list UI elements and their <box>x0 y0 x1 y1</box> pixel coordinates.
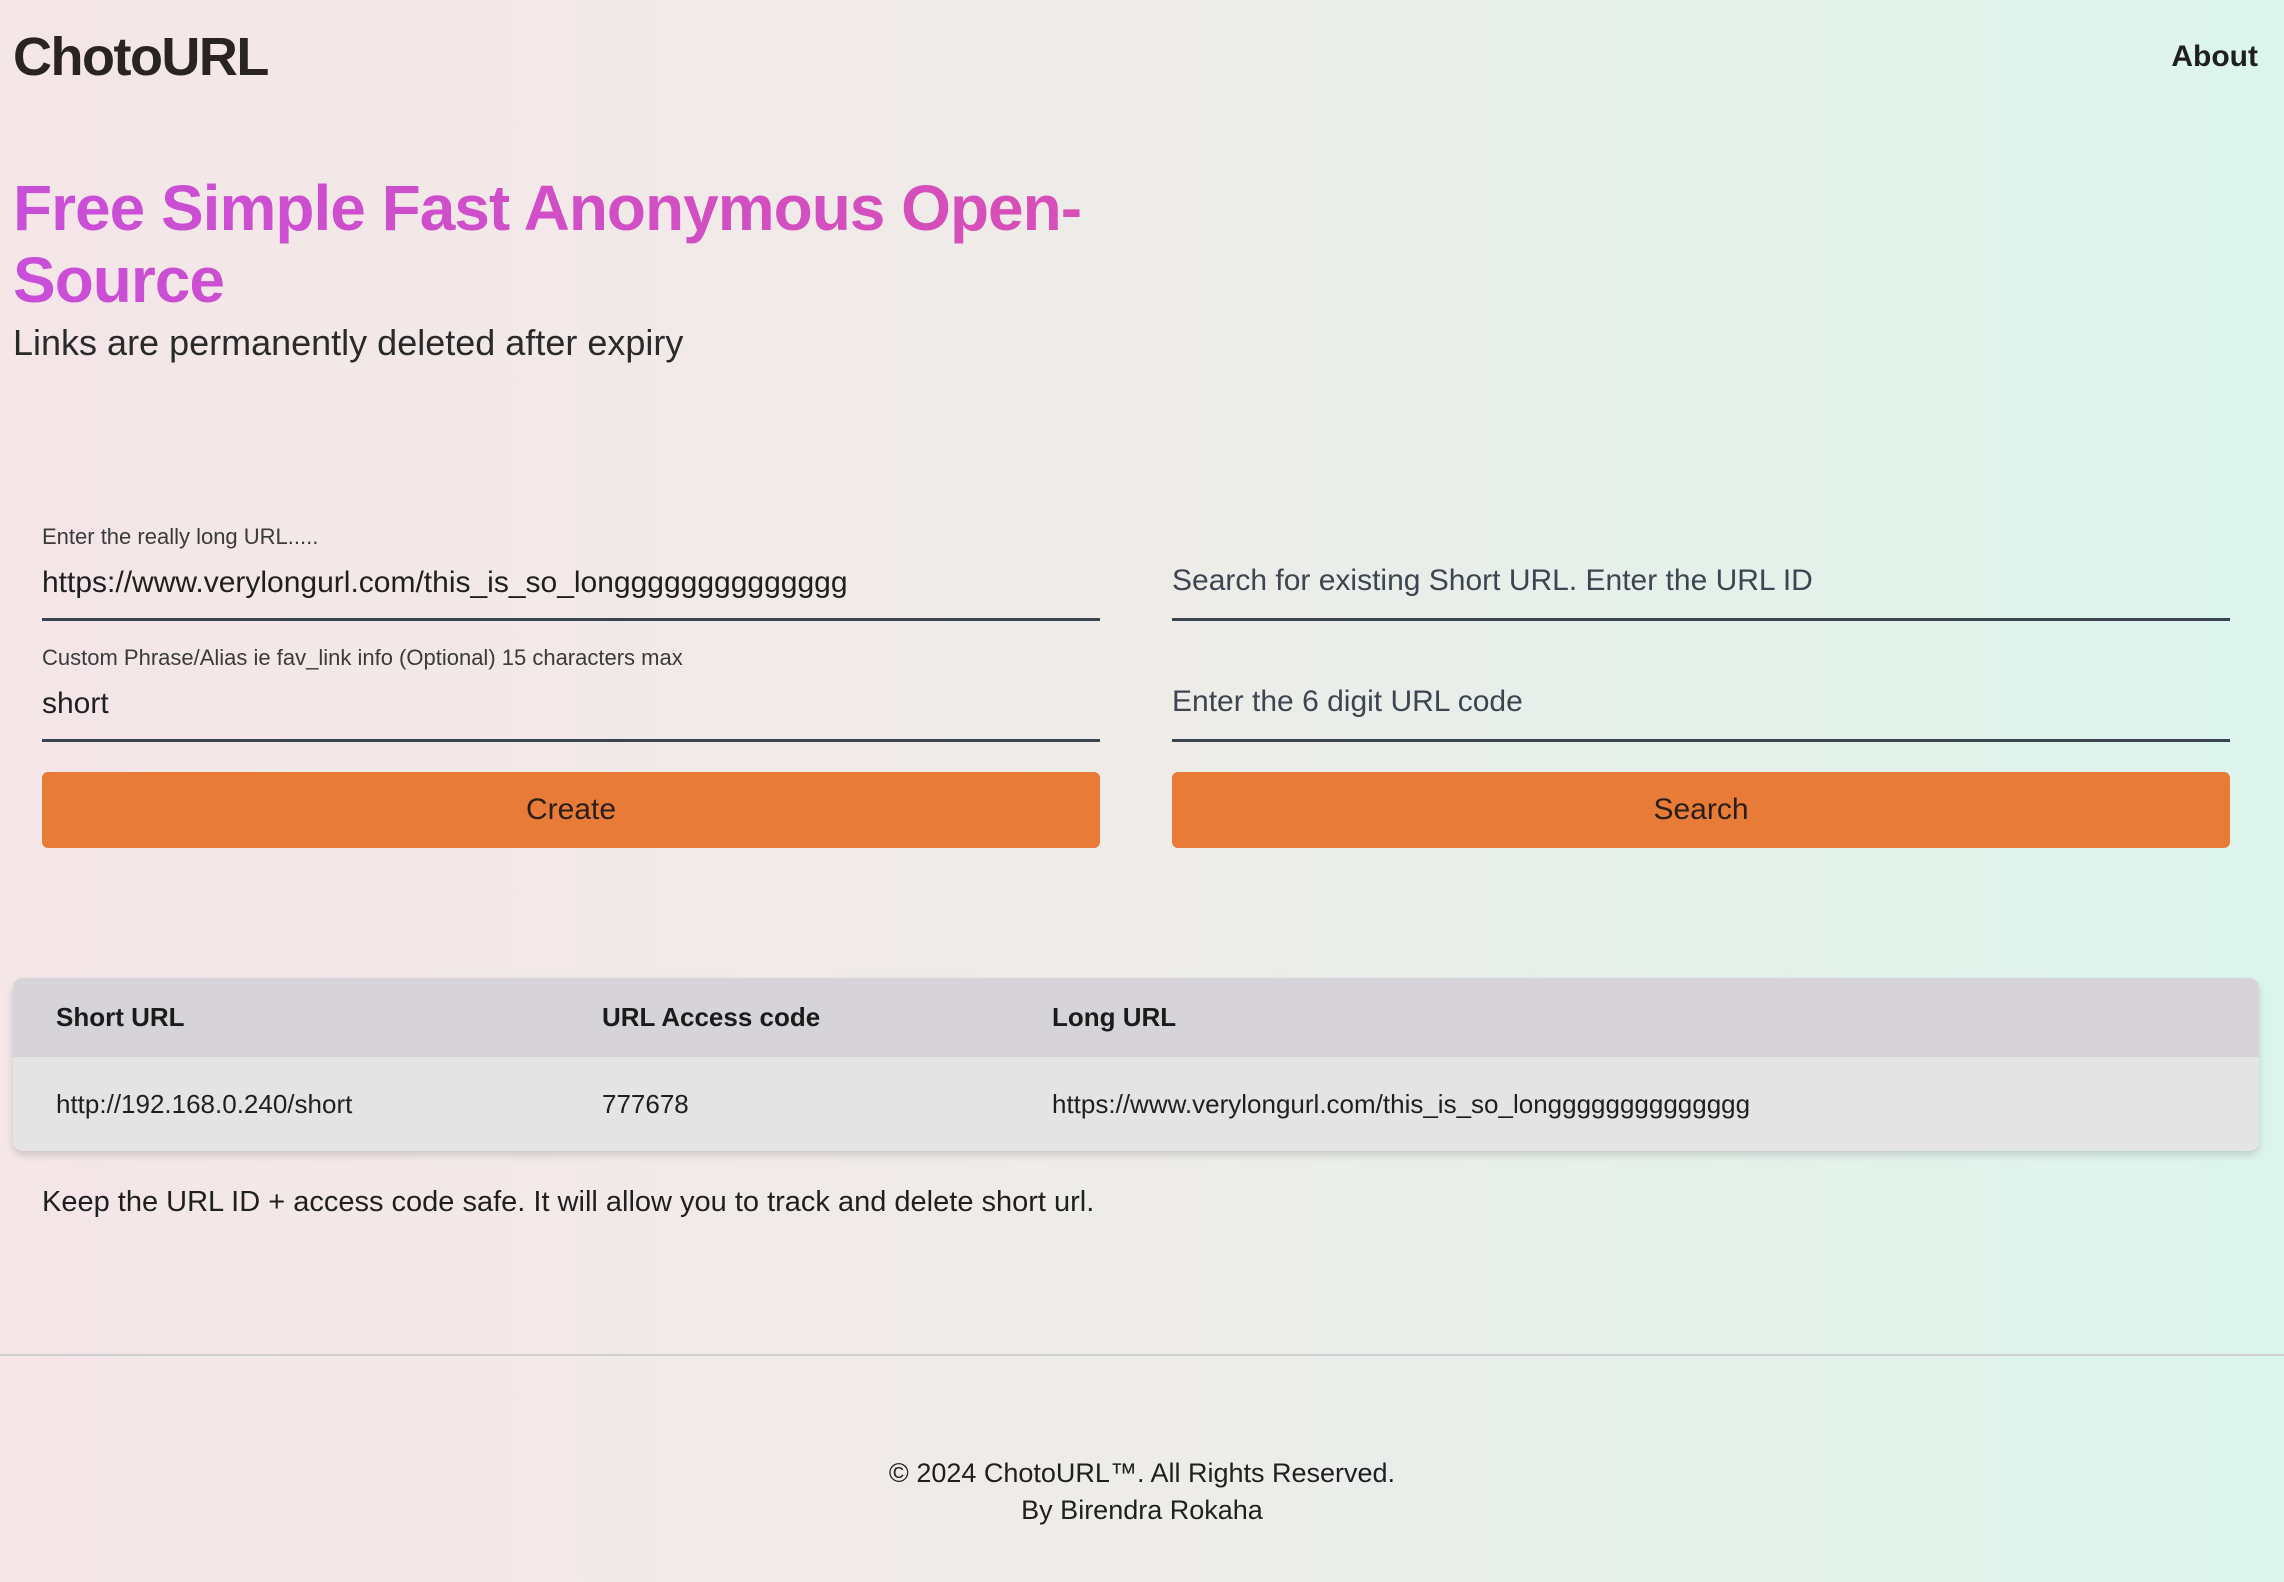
url-code-field-wrap <box>1172 629 2230 742</box>
column-header-access-code: URL Access code <box>602 1002 821 1032</box>
search-button[interactable]: Search <box>1172 772 2230 848</box>
create-button[interactable]: Create <box>42 772 1100 848</box>
hero: Free Simple Fast Anonymous Open-Source L… <box>13 172 1163 364</box>
about-link[interactable]: About <box>2171 40 2258 74</box>
footer-divider <box>0 1354 2284 1356</box>
alias-label: Custom Phrase/Alias ie fav_link info (Op… <box>42 645 683 670</box>
long-url-cell: https://www.verylongurl.com/this_is_so_l… <box>1052 1088 1751 1119</box>
hero-title: Free Simple Fast Anonymous Open-Source <box>13 172 1163 316</box>
url-code-input[interactable] <box>1172 685 2230 719</box>
table-row: http://192.168.0.240/short 777678 https:… <box>13 1057 2259 1151</box>
hero-subtitle: Links are permanently deleted after expi… <box>13 322 684 363</box>
table-header-row: Short URL URL Access code Long URL <box>13 978 2259 1057</box>
copyright-text: © 2024 ChotoURL™. All Rights Reserved. <box>888 1458 1396 1488</box>
safety-note: Keep the URL ID + access code safe. It w… <box>42 1186 1095 1218</box>
results-table: Short URL URL Access code Long URL http:… <box>13 978 2259 1151</box>
long-url-label: Enter the really long URL..... <box>42 524 319 549</box>
logo[interactable]: ChotoURL <box>13 26 269 88</box>
access-code-cell: 777678 <box>602 1088 689 1119</box>
header: ChotoURL About <box>13 24 2258 90</box>
create-form: Enter the really long URL..... Custom Ph… <box>42 508 1100 848</box>
short-url-cell[interactable]: http://192.168.0.240/short <box>13 1057 602 1151</box>
search-form: Search <box>1172 508 2230 848</box>
url-id-input[interactable] <box>1172 564 2230 598</box>
alias-input[interactable] <box>42 687 1100 721</box>
long-url-input[interactable] <box>42 566 1100 600</box>
url-id-field-wrap <box>1172 508 2230 621</box>
footer: © 2024 ChotoURL™. All Rights Reserved. B… <box>0 1455 2284 1529</box>
alias-field-wrap: Custom Phrase/Alias ie fav_link info (Op… <box>42 629 1100 742</box>
column-header-long-url: Long URL <box>1052 1002 1177 1032</box>
column-header-short-url: Short URL <box>56 1002 185 1032</box>
author-text: By Birendra Rokaha <box>1021 1495 1263 1525</box>
long-url-field-wrap: Enter the really long URL..... <box>42 508 1100 621</box>
